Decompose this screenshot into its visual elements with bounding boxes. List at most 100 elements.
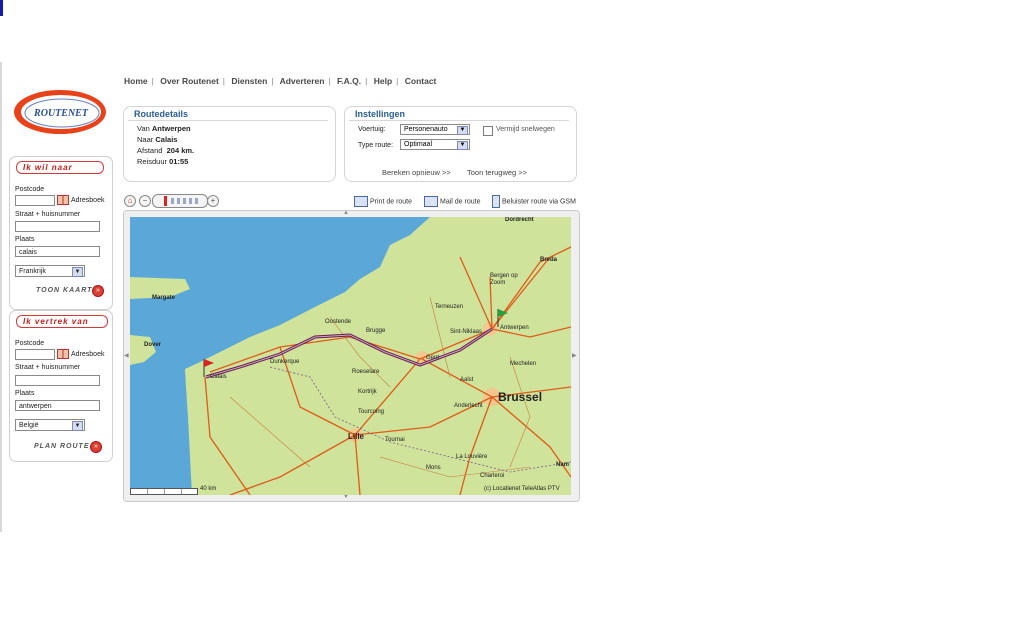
show-return-link[interactable]: Toon terugweg >> <box>467 168 527 177</box>
route-duration-label: Reisduur <box>137 157 168 166</box>
avoid-highways-checkbox[interactable] <box>483 126 493 136</box>
map-label-dover: Dover <box>144 342 162 348</box>
origin-street-input[interactable] <box>15 375 100 386</box>
dest-place-input[interactable]: calais <box>15 246 100 257</box>
dest-postcode-input[interactable] <box>15 195 55 206</box>
chevron-down-icon: ▼ <box>457 141 468 150</box>
routedetails-divider <box>128 120 328 121</box>
route-duration-row: Reisduur 01:55 <box>137 157 188 166</box>
origin-place-input[interactable]: antwerpen <box>15 400 100 411</box>
logo-text: ROUTENET <box>33 108 89 119</box>
map-label-dunkerque: Dunkerque <box>270 359 300 365</box>
map-label-la-louviere: La Louvière <box>456 454 488 460</box>
origin-country-value: België <box>19 422 39 429</box>
address-book-icon[interactable] <box>57 195 69 205</box>
routetype-select[interactable]: Optimaal ▼ <box>400 139 470 150</box>
origin-place-label: Plaats <box>15 390 35 397</box>
chevron-down-icon: ▼ <box>72 421 83 431</box>
mail-route-label: Mail de route <box>440 198 481 206</box>
routedetails-title: Routedetails <box>134 109 189 119</box>
route-to-value: Calais <box>155 135 178 144</box>
map-label-anderlecht: Anderlecht <box>454 403 483 409</box>
zoom-slider[interactable] <box>152 194 208 208</box>
pan-left-arrow-icon[interactable]: ◀ <box>124 352 129 359</box>
pan-right-arrow-icon[interactable]: ▶ <box>572 352 577 359</box>
recalculate-link[interactable]: Bereken opnieuw >> <box>382 168 451 177</box>
printer-icon <box>354 196 368 207</box>
plan-route-link[interactable]: Plan route <box>34 443 90 450</box>
dest-adresboek-link[interactable]: Adresboek <box>71 197 104 204</box>
nav-adverteren[interactable]: Adverteren <box>280 76 325 86</box>
map-label-sint-niklaas: Sint-Niklaas <box>450 329 483 335</box>
listen-route-button[interactable]: Beluister route via GSM <box>492 195 576 208</box>
nav-diensten[interactable]: Diensten <box>231 76 267 86</box>
avoid-highways-label: Vermijd snelwegen <box>496 126 555 133</box>
zoom-slider-handle[interactable] <box>164 196 167 206</box>
zoom-slider-ticks <box>171 198 201 204</box>
route-to-row: Naar Calais <box>137 135 177 144</box>
route-duration-value: 01:55 <box>169 157 189 166</box>
print-route-button[interactable]: Print de route <box>354 196 412 207</box>
dest-country-select[interactable]: Frankrijk ▼ <box>15 265 85 277</box>
vehicle-value: Personenauto <box>404 126 448 133</box>
show-map-link[interactable]: Toon kaart <box>36 287 92 294</box>
settings-title: Instellingen <box>355 109 406 119</box>
nav-home[interactable]: Home <box>124 76 148 86</box>
destination-title: Ik wil naar <box>16 161 104 174</box>
origin-country-select[interactable]: België ▼ <box>15 419 85 431</box>
route-from-label: Van <box>137 124 150 133</box>
origin-street-label: Straat + huisnummer <box>15 364 81 371</box>
route-to-label: Naar <box>137 135 154 144</box>
routenet-logo[interactable]: ROUTENET <box>12 86 108 138</box>
nav-faq[interactable]: F.A.Q. <box>337 76 361 86</box>
route-distance-row: Afstand 204 km. <box>137 146 194 155</box>
route-map[interactable]: Dordrecht Breda Bergen op Zoom Margate O… <box>130 217 571 495</box>
map-label-calais: Calais <box>210 374 227 380</box>
map-label-terneuzen: Terneuzen <box>435 304 464 310</box>
origin-postcode-input[interactable] <box>15 349 55 360</box>
nav-over-routenet[interactable]: Over Routenet <box>160 76 219 86</box>
address-book-icon[interactable] <box>57 349 69 359</box>
origin-box <box>9 310 113 462</box>
map-copyright: (c) Locatienet TeleAtlas PTV <box>484 486 560 492</box>
map-label-namur: Nam <box>556 462 570 468</box>
map-label-charleroi: Charleroi <box>480 473 505 479</box>
left-frame-border <box>0 62 2 532</box>
mail-icon <box>424 196 438 207</box>
home-icon[interactable]: ⌂ <box>124 195 136 207</box>
map-label-margate: Margate <box>152 295 176 301</box>
listen-route-label: Beluister route via GSM <box>502 198 576 206</box>
route-distance-value: 204 km. <box>166 146 195 155</box>
route-distance-label: Afstand <box>137 146 163 155</box>
map-label-oostende: Oostende <box>325 319 352 325</box>
settings-divider <box>349 120 569 121</box>
phone-icon <box>492 195 500 208</box>
nav-help[interactable]: Help <box>374 76 392 86</box>
top-navigation: Home | Over Routenet | Diensten | Advertere… <box>124 76 437 86</box>
chevron-down-icon: ▼ <box>72 267 83 277</box>
origin-postcode-label: Postcode <box>15 340 45 347</box>
map-label-tourcoing: Tourcoing <box>358 409 385 415</box>
map-label-mechelen: Mechelen <box>510 361 537 367</box>
map-label-aalst: Aalst <box>460 377 474 383</box>
arrow-right-icon[interactable]: » <box>90 441 102 453</box>
arrow-right-icon[interactable]: » <box>92 285 104 297</box>
map-canvas[interactable] <box>130 217 571 495</box>
origin-title: Ik vertrek van <box>16 315 108 328</box>
origin-adresboek-link[interactable]: Adresboek <box>71 351 104 358</box>
vehicle-select[interactable]: Personenauto ▼ <box>400 124 470 135</box>
zoom-out-icon[interactable]: − <box>139 195 151 207</box>
pan-up-arrow-icon[interactable]: ▲ <box>343 210 349 216</box>
mail-route-button[interactable]: Mail de route <box>424 196 480 207</box>
chevron-down-icon: ▼ <box>457 126 468 135</box>
map-label-brussel: Brussel <box>498 390 543 404</box>
dest-postcode-label: Postcode <box>15 186 45 193</box>
map-scale-text: 40 km <box>200 486 217 492</box>
map-label-dordrecht: Dordrecht <box>505 217 534 223</box>
dest-street-input[interactable] <box>15 221 100 232</box>
nav-contact[interactable]: Contact <box>405 76 437 86</box>
route-from-row: Van Antwerpen <box>137 124 191 133</box>
map-label-kortrijk: Kortrijk <box>358 389 377 395</box>
map-label-antwerpen: Antwerpen <box>500 325 529 331</box>
zoom-in-icon[interactable]: + <box>207 195 219 207</box>
